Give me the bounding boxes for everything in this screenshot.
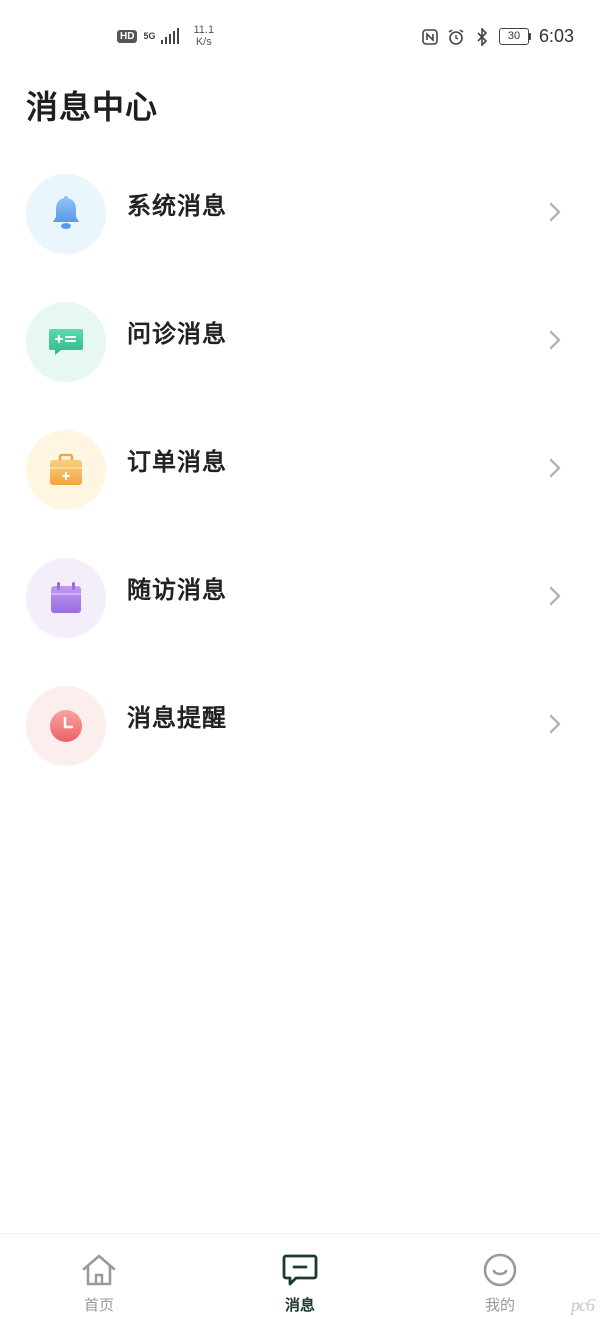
- home-icon: [82, 1254, 116, 1286]
- watermark-logo: pc6: [571, 1295, 595, 1315]
- message-item-followup[interactable]: 随访消息: [0, 532, 600, 660]
- order-box-icon: [26, 430, 106, 510]
- message-item-label: 订单消息: [127, 448, 227, 476]
- network-speed: 11.1 K/s: [193, 24, 214, 48]
- message-item-label: 问诊消息: [127, 320, 227, 348]
- chat-icon: [26, 302, 106, 382]
- message-category-list: 系统消息 问诊消息 订单消息 随访消息 消息提醒: [0, 148, 600, 788]
- chevron-right-icon: [549, 714, 561, 734]
- message-item-consultation[interactable]: 问诊消息: [0, 276, 600, 404]
- speed-unit: K/s: [195, 36, 212, 48]
- chevron-right-icon: [549, 330, 561, 350]
- signal-icon: [161, 28, 180, 44]
- smile-icon: [483, 1253, 517, 1287]
- status-left: HD 5G 11.1 K/s: [117, 24, 214, 48]
- bell-icon: [26, 174, 106, 254]
- message-item-order[interactable]: 订单消息: [0, 404, 600, 532]
- page-title: 消息中心: [26, 88, 159, 126]
- chevron-right-icon: [549, 458, 561, 478]
- battery-level: 30: [498, 28, 529, 45]
- status-time: 6:03: [538, 26, 574, 46]
- network-type: 5G: [143, 30, 156, 41]
- message-item-label: 消息提醒: [127, 704, 227, 732]
- chevron-right-icon: [549, 202, 561, 222]
- tab-messages[interactable]: 消息: [260, 1252, 340, 1315]
- status-right: 30 6:03: [421, 26, 574, 47]
- nfc-icon: [421, 28, 439, 46]
- message-item-label: 系统消息: [127, 192, 227, 220]
- tab-label: 我的: [484, 1296, 515, 1314]
- message-item-label: 随访消息: [127, 576, 227, 604]
- battery-icon: 30: [498, 28, 531, 45]
- tab-mine[interactable]: 我的: [460, 1252, 540, 1315]
- tab-label: 首页: [83, 1296, 114, 1314]
- hd-badge: HD: [117, 29, 138, 43]
- message-icon: [282, 1254, 318, 1286]
- speed-value: 11.1: [193, 24, 215, 36]
- bottom-tab-bar: 首页 消息 我的: [0, 1233, 600, 1320]
- message-item-system[interactable]: 系统消息: [0, 148, 600, 276]
- calendar-icon: [26, 558, 106, 638]
- alarm-icon: [447, 28, 465, 46]
- message-item-reminder[interactable]: 消息提醒: [0, 660, 600, 788]
- tab-home[interactable]: 首页: [59, 1252, 139, 1315]
- tab-label: 消息: [284, 1296, 315, 1314]
- clock-icon: [26, 686, 106, 766]
- bluetooth-icon: [473, 27, 491, 46]
- chevron-right-icon: [549, 586, 561, 606]
- status-bar: HD 5G 11.1 K/s 30 6:03: [0, 0, 600, 76]
